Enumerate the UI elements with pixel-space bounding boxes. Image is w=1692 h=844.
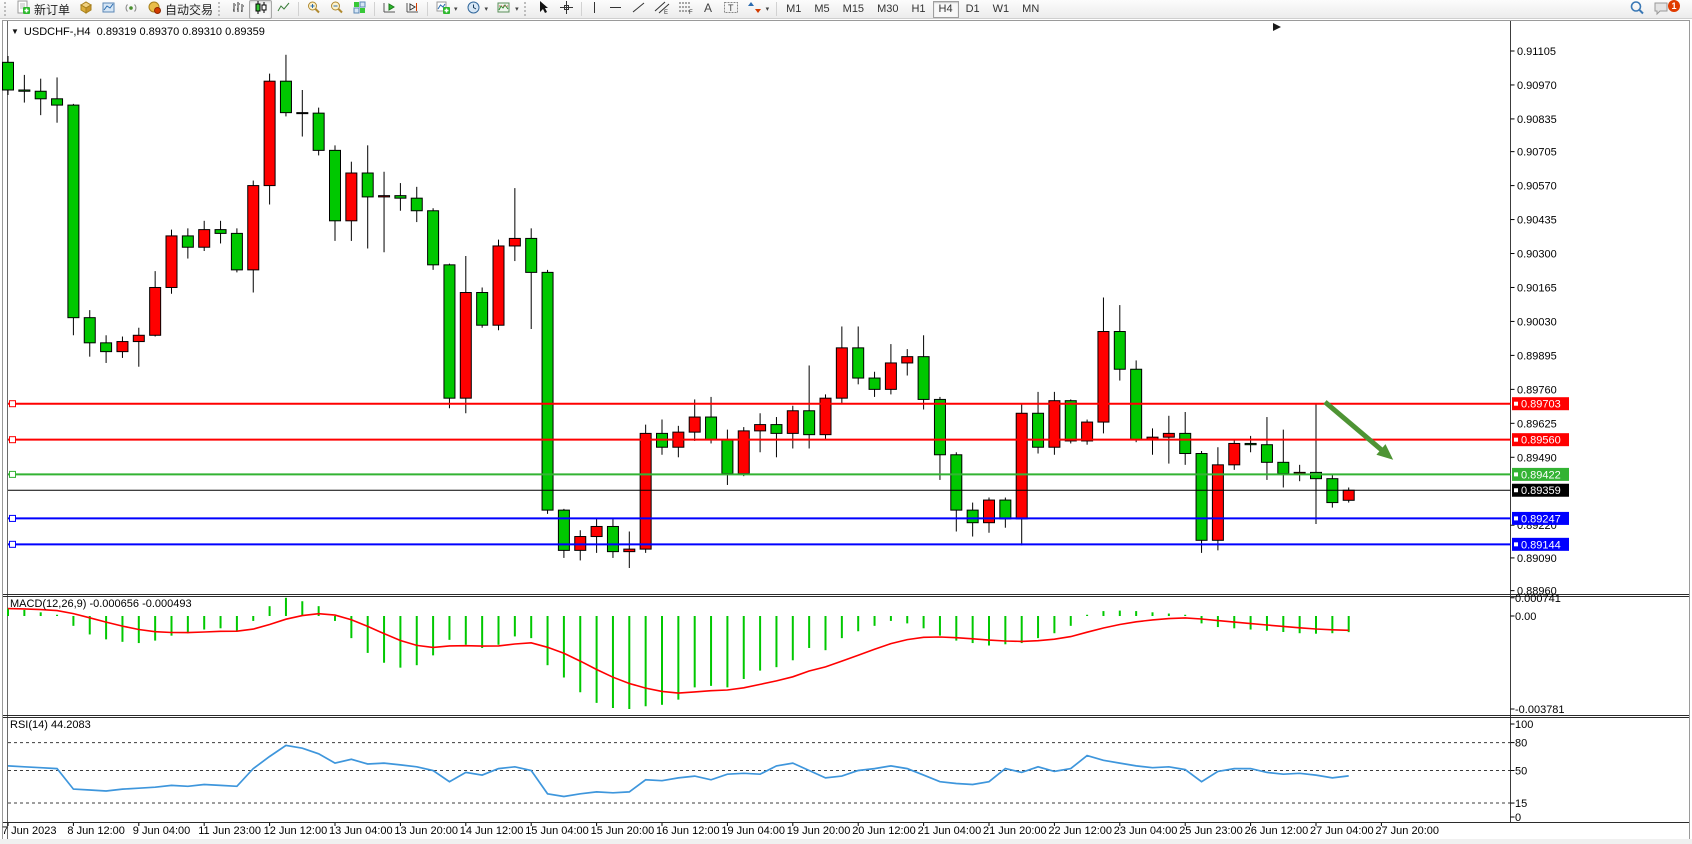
rsi-pane[interactable] (8, 718, 1510, 822)
price-axis[interactable] (1511, 21, 1692, 822)
time-axis[interactable] (8, 823, 1510, 839)
macd-pane[interactable] (8, 597, 1510, 715)
window-bottom-edge (0, 839, 1692, 844)
price-pane[interactable] (8, 21, 1510, 594)
